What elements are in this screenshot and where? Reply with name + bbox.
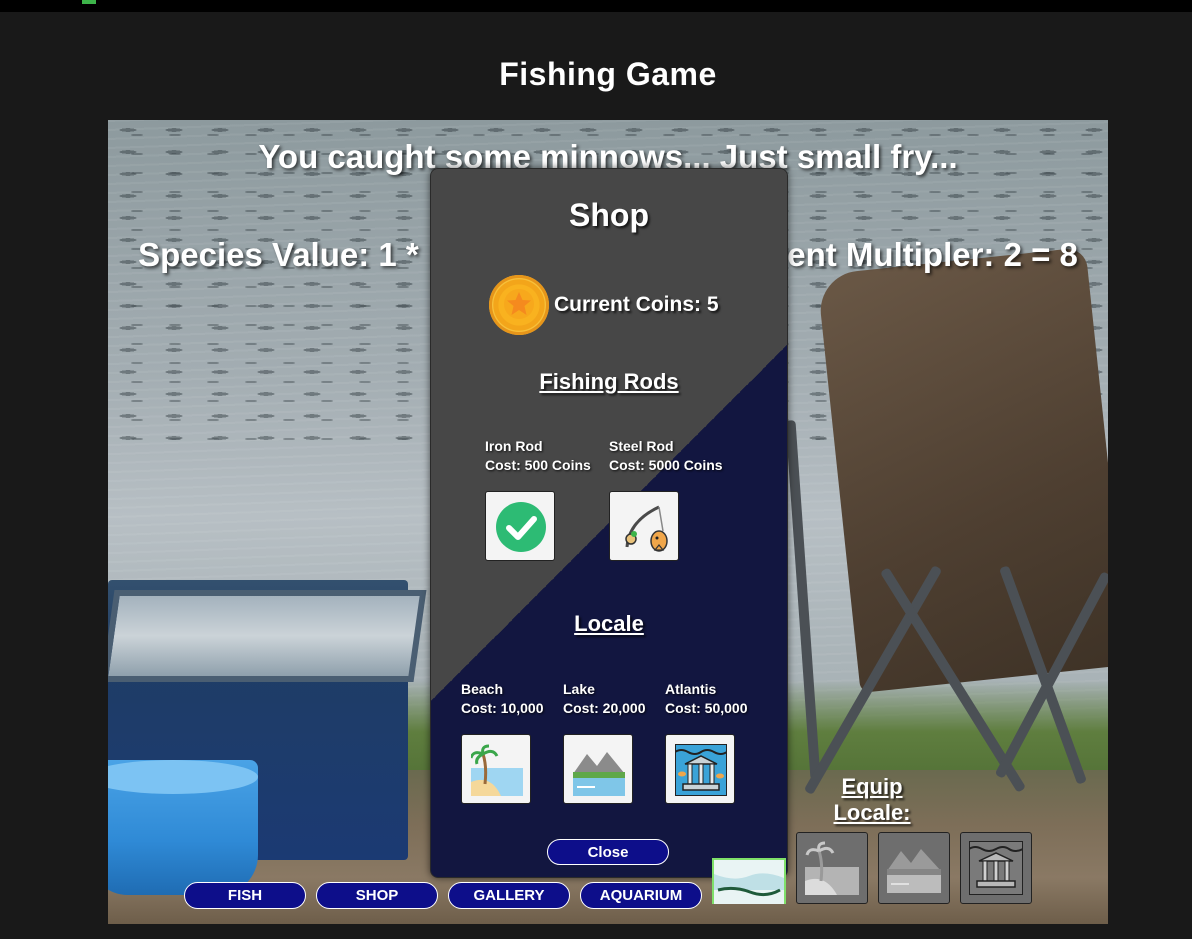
chair-back (816, 247, 1108, 693)
iron-rod-button[interactable] (485, 491, 555, 561)
equip-lake-button[interactable] (878, 832, 950, 904)
pond-icon (714, 860, 784, 904)
beach-cost: Cost: 10,000 (461, 700, 544, 716)
locale-title: Locale (574, 611, 644, 636)
tab-indicator (82, 0, 96, 4)
fishing-rods-title: Fishing Rods (539, 369, 679, 394)
beach-icon (805, 841, 859, 895)
aquarium-button[interactable]: AQUARIUM (580, 882, 702, 909)
page-title: Fishing Game (499, 56, 717, 92)
checkmark-icon (496, 502, 546, 552)
atlantis-button[interactable] (665, 734, 735, 804)
beach-icon (471, 744, 523, 796)
steel-rod-name: Steel Rod (609, 438, 674, 454)
current-coins: Current Coins: 5 (554, 293, 719, 316)
close-button[interactable]: Close (547, 839, 669, 865)
atlantis-label: Atlantis Cost: 50,000 (665, 680, 747, 718)
lake-label: Lake Cost: 20,000 (563, 680, 645, 718)
iron-rod-name: Iron Rod (485, 438, 543, 454)
gallery-button[interactable]: GALLERY (448, 882, 570, 909)
cooler-lid (108, 590, 427, 682)
equip-beach-button[interactable] (796, 832, 868, 904)
lake-cost: Cost: 20,000 (563, 700, 646, 716)
equip-locale-label: Equip Locale: (833, 774, 911, 825)
steel-rod-label: Steel Rod Cost: 5000 Coins (609, 437, 723, 475)
atlantis-icon (675, 744, 727, 796)
fishing-rod-icon (625, 505, 668, 552)
atlantis-icon (969, 841, 1023, 895)
iron-rod-label: Iron Rod Cost: 500 Coins (485, 437, 591, 475)
lake-name: Lake (563, 681, 595, 697)
atlantis-cost: Cost: 50,000 (665, 700, 748, 716)
beach-name: Beach (461, 681, 504, 697)
lake-icon (887, 849, 941, 893)
steel-rod-cost: Cost: 5000 Coins (609, 457, 723, 473)
equip-pond-button[interactable] (712, 858, 786, 904)
beach-button[interactable] (461, 734, 531, 804)
shop-title: Shop (569, 197, 649, 233)
iron-rod-cost: Cost: 500 Coins (485, 457, 591, 473)
shop-button[interactable]: SHOP (316, 882, 438, 909)
browser-top-strip (0, 0, 1192, 12)
steel-rod-button[interactable] (609, 491, 679, 561)
lake-icon (573, 752, 625, 796)
fish-button[interactable]: FISH (184, 882, 306, 909)
beach-label: Beach Cost: 10,000 (461, 680, 543, 718)
coin-icon (489, 275, 549, 335)
lake-button[interactable] (563, 734, 633, 804)
shop-modal: Shop Current Coins: 5 Fishing Rods Iron … (430, 168, 788, 878)
equip-atlantis-button[interactable] (960, 832, 1032, 904)
atlantis-name: Atlantis (665, 681, 717, 697)
